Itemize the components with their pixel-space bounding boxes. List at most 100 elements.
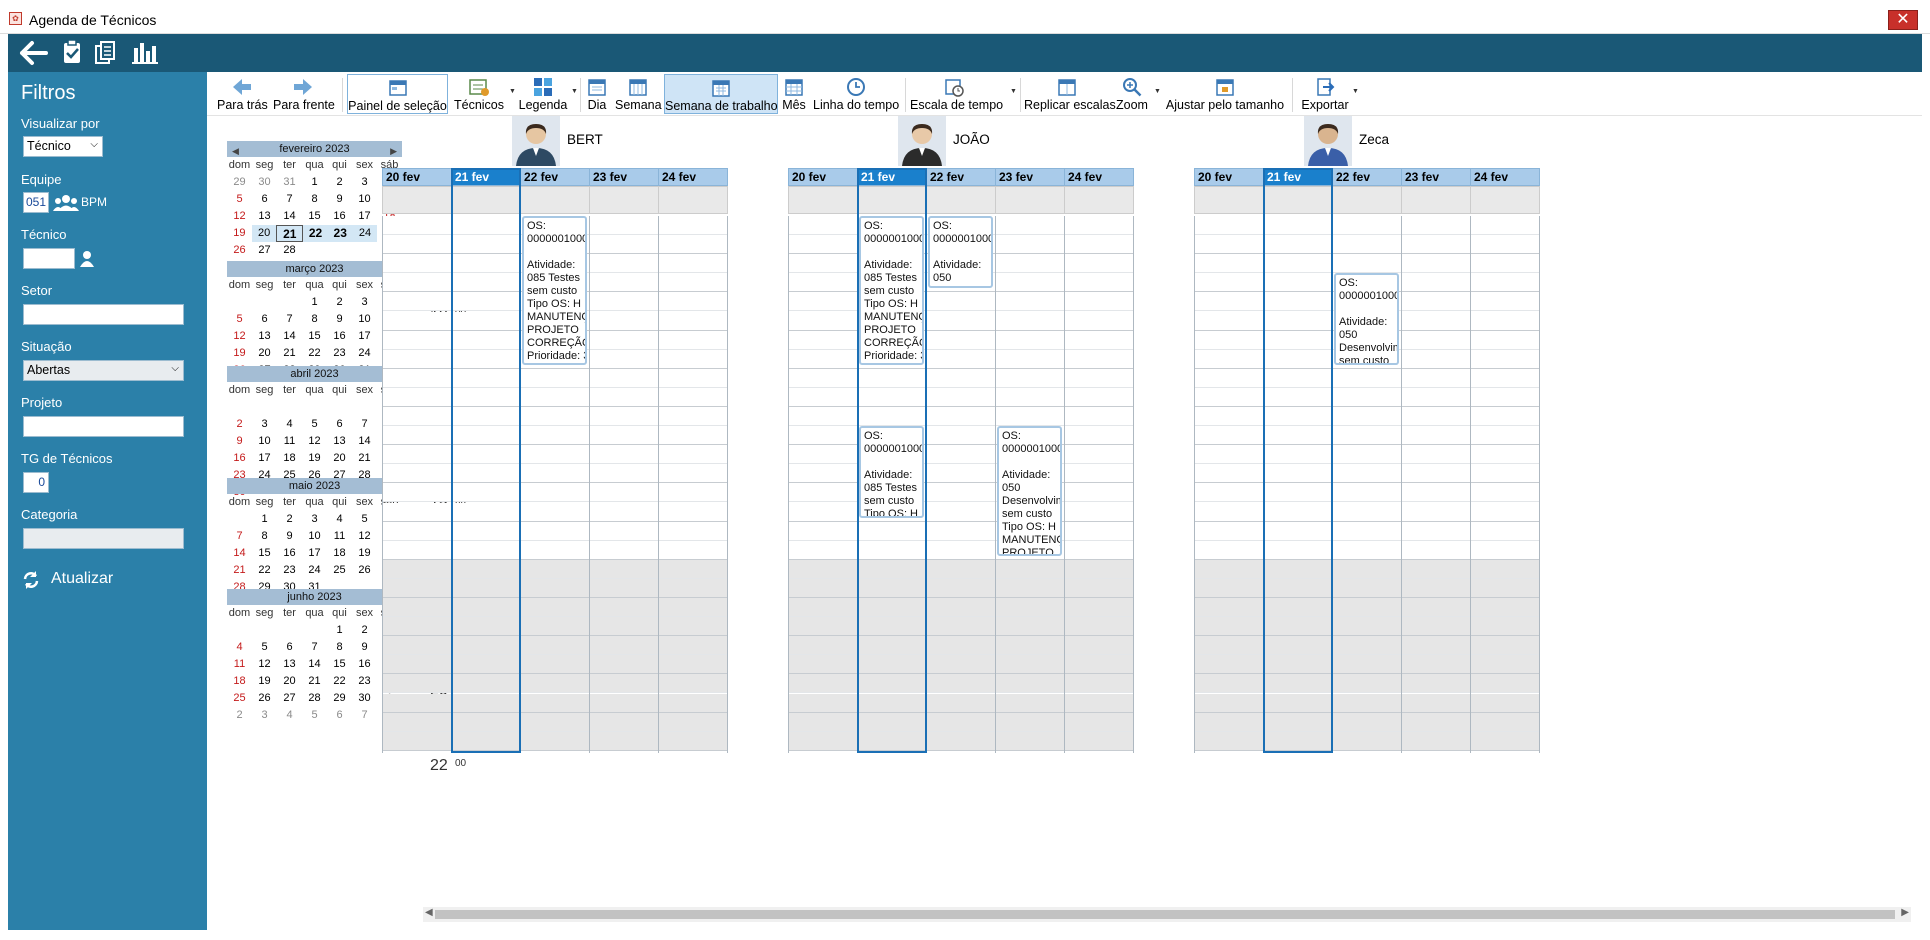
time-slot[interactable]: [927, 387, 995, 407]
calendar-day[interactable]: 10: [352, 191, 377, 208]
time-slot[interactable]: [1264, 712, 1332, 732]
time-slot[interactable]: [659, 464, 727, 484]
time-slot[interactable]: [1333, 655, 1401, 675]
time-slot[interactable]: [659, 693, 727, 713]
team-code-field[interactable]: 051: [23, 192, 49, 213]
time-slot[interactable]: [996, 636, 1064, 656]
calendar-day[interactable]: 29: [327, 690, 352, 707]
view-by-select[interactable]: Técnico ⌵: [23, 136, 103, 157]
time-slot[interactable]: [1402, 330, 1470, 350]
time-slot[interactable]: [521, 693, 589, 713]
time-slot[interactable]: [590, 445, 658, 465]
calendar-day[interactable]: 14: [277, 328, 302, 345]
time-slot[interactable]: [996, 349, 1064, 369]
calendar-day[interactable]: 5: [227, 191, 252, 208]
day-header[interactable]: 21 fev: [451, 168, 521, 186]
day-header[interactable]: 20 fev: [788, 168, 858, 186]
time-slot[interactable]: [1065, 502, 1133, 522]
time-slot[interactable]: [521, 617, 589, 637]
calendar-day[interactable]: 9: [327, 191, 352, 208]
time-slot[interactable]: [383, 559, 451, 579]
time-slot[interactable]: [1333, 216, 1401, 236]
time-slot[interactable]: [996, 674, 1064, 694]
time-slot[interactable]: [452, 254, 520, 274]
calendar-day[interactable]: 3: [302, 511, 327, 528]
time-slot[interactable]: [521, 464, 589, 484]
day-column[interactable]: [1064, 216, 1134, 753]
time-slot[interactable]: [590, 598, 658, 618]
time-slot[interactable]: [789, 216, 857, 236]
time-slot[interactable]: [789, 330, 857, 350]
calendar-day[interactable]: 26: [352, 562, 377, 579]
time-slot[interactable]: [590, 674, 658, 694]
time-slot[interactable]: [659, 216, 727, 236]
day-header[interactable]: 21 fev: [1263, 168, 1333, 186]
refresh-button[interactable]: Atualizar: [21, 568, 151, 592]
time-slot[interactable]: [452, 368, 520, 388]
calendar-day[interactable]: 21: [302, 673, 327, 690]
time-slot[interactable]: [858, 368, 926, 388]
time-slot[interactable]: [590, 483, 658, 503]
team-people-icon[interactable]: [53, 194, 79, 212]
time-slot[interactable]: [1471, 655, 1539, 675]
time-slot[interactable]: [789, 426, 857, 446]
calendar-day[interactable]: 24: [352, 345, 377, 362]
time-slot[interactable]: [383, 674, 451, 694]
time-slot[interactable]: [1065, 598, 1133, 618]
day-header[interactable]: 22 fev: [926, 168, 996, 186]
all-day-cell[interactable]: [382, 186, 452, 214]
time-slot[interactable]: [789, 559, 857, 579]
time-slot[interactable]: [452, 445, 520, 465]
time-slot[interactable]: [1264, 235, 1332, 255]
calendar-day[interactable]: 7: [352, 707, 377, 724]
time-slot[interactable]: [1065, 292, 1133, 312]
time-slot[interactable]: [996, 559, 1064, 579]
time-slot[interactable]: [1333, 674, 1401, 694]
calendar-day[interactable]: 6: [277, 639, 302, 656]
time-slot[interactable]: [789, 273, 857, 293]
scroll-right-icon[interactable]: ▶: [1901, 907, 1909, 918]
time-slot[interactable]: [1471, 426, 1539, 446]
appointment[interactable]: OS: 000000100053 Atividade: 085 Testes s…: [859, 216, 924, 365]
time-slot[interactable]: [1195, 674, 1263, 694]
time-slot[interactable]: [1333, 445, 1401, 465]
calendar-day[interactable]: 25: [227, 690, 252, 707]
time-slot[interactable]: [1195, 330, 1263, 350]
calendar-day[interactable]: 9: [227, 433, 252, 450]
time-slot[interactable]: [789, 693, 857, 713]
day-header[interactable]: 23 fev: [1401, 168, 1471, 186]
person-icon[interactable]: [79, 250, 95, 268]
calendar-day[interactable]: 5: [252, 639, 277, 656]
calendar-day[interactable]: 3: [352, 174, 377, 191]
time-slot[interactable]: [1402, 216, 1470, 236]
legend-button[interactable]: Legenda: [517, 74, 569, 114]
day-column[interactable]: [788, 216, 858, 753]
category-field[interactable]: [23, 528, 184, 549]
time-slot[interactable]: [1471, 598, 1539, 618]
time-slot[interactable]: [1402, 617, 1470, 637]
time-slot[interactable]: [1065, 578, 1133, 598]
all-day-cell[interactable]: [1470, 186, 1540, 214]
time-slot[interactable]: [659, 540, 727, 560]
time-slot[interactable]: [452, 617, 520, 637]
calendar-day[interactable]: 1: [302, 294, 327, 311]
time-slot[interactable]: [659, 521, 727, 541]
calendar-day[interactable]: 2: [227, 707, 252, 724]
time-slot[interactable]: [1402, 387, 1470, 407]
time-slot[interactable]: [1065, 349, 1133, 369]
time-slot[interactable]: [659, 636, 727, 656]
time-slot[interactable]: [1264, 502, 1332, 522]
all-day-cell[interactable]: [1332, 186, 1402, 214]
time-slot[interactable]: [383, 311, 451, 331]
time-slot[interactable]: [590, 540, 658, 560]
time-slot[interactable]: [927, 330, 995, 350]
time-slot[interactable]: [1264, 254, 1332, 274]
day-header[interactable]: 24 fev: [658, 168, 728, 186]
calendar-day[interactable]: 15: [327, 656, 352, 673]
calendar-day[interactable]: 2: [327, 294, 352, 311]
calendar-day[interactable]: 7: [277, 191, 302, 208]
work-week-view-button[interactable]: Semana de trabalho: [664, 74, 778, 114]
calendar-day[interactable]: 3: [352, 294, 377, 311]
calendar-day[interactable]: 4: [227, 639, 252, 656]
time-slot[interactable]: [1264, 407, 1332, 427]
